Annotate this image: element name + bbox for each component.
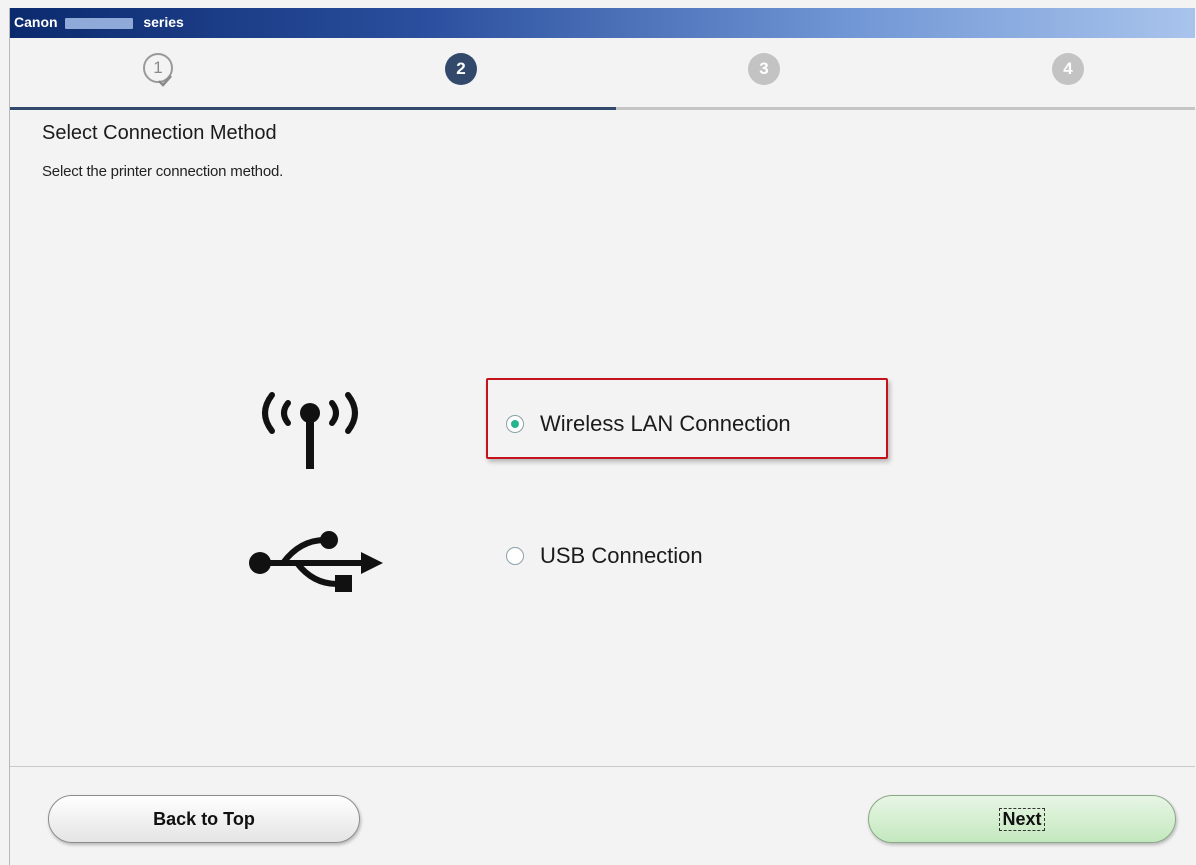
step-2: 2: [445, 53, 477, 85]
usb-label[interactable]: USB Connection: [540, 543, 703, 569]
title-model-redacted: [65, 17, 134, 29]
window-title: Canon series: [14, 14, 184, 30]
back-to-top-button[interactable]: Back to Top: [48, 795, 360, 843]
title-bar: Canon series: [10, 8, 1195, 38]
page-subtitle: Select the printer connection method.: [42, 163, 284, 180]
step-3-number: 3: [759, 59, 769, 78]
usb-radio[interactable]: [506, 547, 524, 565]
progress-fill: [10, 107, 616, 110]
installer-window: Canon series 1 2 3 4 Select Connection M…: [9, 8, 1195, 865]
next-label: Next: [999, 807, 1045, 831]
title-suffix: series: [143, 14, 184, 30]
step-4-number: 4: [1063, 59, 1073, 78]
step-indicator: 1 2 3 4: [10, 38, 1195, 110]
usb-icon: [249, 531, 383, 592]
footer-divider: [10, 766, 1195, 767]
title-brand: Canon: [14, 14, 58, 30]
option-usb[interactable]: USB Connection: [506, 543, 703, 569]
option-wireless-lan[interactable]: Wireless LAN Connection: [506, 411, 791, 437]
step-2-number: 2: [456, 59, 466, 78]
next-button[interactable]: Next: [868, 795, 1176, 843]
back-to-top-label: Back to Top: [153, 808, 255, 829]
wireless-icon: [262, 392, 358, 469]
page-title: Select Connection Method: [42, 122, 277, 144]
step-4: 4: [1052, 53, 1084, 85]
checkmark-icon: [158, 75, 172, 87]
wireless-label[interactable]: Wireless LAN Connection: [540, 411, 791, 437]
wireless-radio[interactable]: [506, 415, 524, 433]
step-3: 3: [748, 53, 780, 85]
